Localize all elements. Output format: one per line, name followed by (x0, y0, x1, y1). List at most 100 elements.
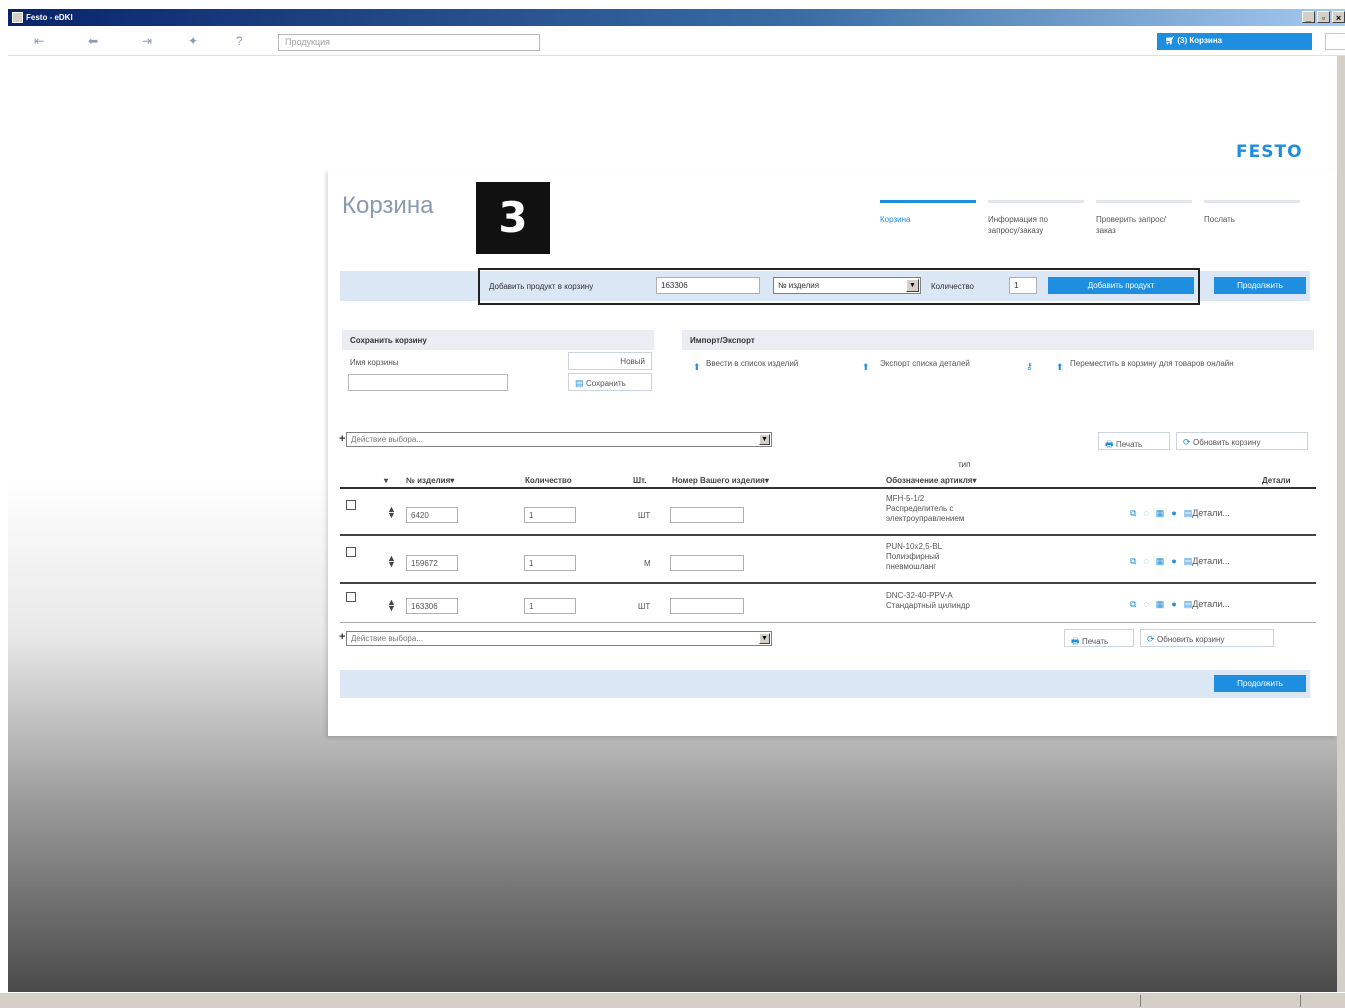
new-cart-button[interactable]: Новый (568, 352, 652, 370)
print-button[interactable]: 🖶︎ Печать (1098, 432, 1170, 450)
your-part-no-input[interactable] (670, 507, 744, 523)
your-part-no-input[interactable] (670, 598, 744, 614)
window-titlebar: Festo - eDKI _ ▫ × (8, 9, 1345, 26)
details-link[interactable]: ▤Детали... (1184, 508, 1237, 518)
unit-text: ШТ (638, 511, 651, 520)
product-search-input[interactable]: Продукция (278, 34, 540, 51)
row-checkbox[interactable] (346, 500, 356, 510)
step-tab-check-order[interactable]: Проверить запрос/ заказ (1096, 200, 1192, 236)
quantity-input[interactable]: 1 (524, 555, 576, 571)
part-no-input[interactable]: 163306 (406, 598, 458, 614)
minimize-button[interactable]: _ (1302, 11, 1315, 23)
add-product-input[interactable]: 163306 (656, 277, 760, 294)
help-icon[interactable]: ? (236, 34, 243, 48)
bottom-action-select[interactable]: Действие выбора... ▼ (346, 631, 772, 646)
column-header-quantity: Количество (525, 476, 572, 485)
row-actions: ⧉ ◌ ▦ ● ▤Детали... (1130, 508, 1244, 519)
step-tab-cart[interactable]: Корзина (880, 200, 980, 225)
forward-arrow-icon[interactable]: ⇥ (142, 34, 152, 48)
expand-icon[interactable]: + (339, 433, 345, 445)
refresh-icon: ⟳ (1147, 634, 1158, 644)
details-link[interactable]: ▤Детали... (1184, 599, 1237, 609)
vertical-scrollbar[interactable] (1337, 56, 1345, 992)
product-type-select[interactable]: № изделия ▼ (773, 277, 921, 294)
maximize-button[interactable]: ▫ (1317, 11, 1330, 23)
column-header-part-no[interactable]: № изделия▾ (406, 476, 454, 485)
save-icon: ▤ (575, 378, 587, 388)
row-actions: ⧉ ◌ ▦ ● ▤Детали... (1130, 599, 1244, 610)
reorder-arrows-icon[interactable]: ▲ ▼ (387, 598, 396, 613)
column-header-type: тип (958, 460, 971, 469)
row-checkbox[interactable] (346, 547, 356, 557)
chevron-down-icon[interactable]: ▼ (906, 279, 919, 292)
window-title: Festo - eDKI (26, 13, 73, 22)
chevron-down-icon[interactable]: ▼ (759, 434, 770, 445)
back-arrow-icon[interactable]: ⬅ (88, 34, 98, 48)
part-no-input[interactable]: 6420 (406, 507, 458, 523)
info-icon[interactable]: ● (1171, 556, 1176, 566)
first-page-icon[interactable]: ⇤ (34, 34, 44, 48)
import-export-header: Импорт/Экспорт (682, 330, 1314, 350)
cart-button-label: (3) Корзина (1177, 36, 1223, 45)
column-header-details: Детали (1262, 476, 1291, 485)
move-icon: ⬆ (1056, 362, 1064, 372)
chevron-down-icon[interactable]: ▼ (759, 633, 770, 644)
top-action-select[interactable]: Действие выбора... ▼ (346, 432, 772, 447)
quantity-input[interactable]: 1 (524, 598, 576, 614)
cart-icon[interactable]: ▦ (1156, 556, 1165, 566)
column-header-unit: Шт. (633, 476, 647, 485)
refresh-cart-button[interactable]: ⟳ Обновить корзину (1140, 629, 1274, 647)
cart-name-input[interactable] (348, 374, 508, 391)
details-link[interactable]: ▤Детали... (1184, 556, 1237, 566)
export-list-link[interactable]: Экспорт списка деталей (880, 359, 980, 369)
designation-text: MFH-5-1/2 Распределитель с электроуправлен… (886, 494, 965, 523)
refresh-cart-button[interactable]: ⟳ Обновить корзину (1176, 432, 1308, 450)
toolbar-corner-field[interactable] (1325, 33, 1345, 50)
sort-icon[interactable]: ▾ (384, 476, 388, 485)
reorder-arrows-icon[interactable]: ▲ ▼ (387, 505, 396, 520)
move-to-online-cart-link[interactable]: Переместить в корзину для товаров онлайн (1070, 359, 1290, 369)
cart-icon[interactable]: ▦ (1156, 599, 1165, 609)
step-tab-order-info[interactable]: Информация по запросу/заказу (988, 200, 1084, 236)
app-icon (12, 12, 23, 23)
cart-button[interactable]: 🛒︎ (3) Корзина (1157, 33, 1312, 50)
status-bar (0, 992, 1345, 1008)
save-cart-button[interactable]: ▤ Сохранить (568, 373, 652, 391)
refresh-icon: ⟳ (1183, 437, 1194, 447)
info-icon[interactable]: ● (1171, 599, 1176, 609)
unit-text: ШТ (638, 602, 651, 611)
column-header-your-part-no[interactable]: Номер Вашего изделия▾ (672, 476, 769, 485)
column-header-designation[interactable]: Обозначение артикля▾ (886, 476, 976, 485)
row-actions: ⧉ ◌ ▦ ● ▤Детали... (1130, 556, 1244, 567)
copy-icon[interactable]: ⧉ (1130, 508, 1136, 518)
row-checkbox[interactable] (346, 592, 356, 602)
star-icon[interactable]: ✦ (188, 34, 198, 48)
your-part-no-input[interactable] (670, 555, 744, 571)
comment-icon[interactable]: ◌ (1143, 599, 1148, 609)
continue-button[interactable]: Продолжить (1214, 277, 1306, 294)
continue-button-bottom[interactable]: Продолжить (1214, 675, 1306, 692)
info-icon[interactable]: ● (1171, 508, 1176, 518)
quantity-input[interactable]: 1 (1009, 277, 1037, 294)
import-icon: ⬆ (693, 362, 701, 372)
cart-icon[interactable]: ▦ (1156, 508, 1165, 518)
part-no-input[interactable]: 159672 (406, 555, 458, 571)
copy-icon[interactable]: ⧉ (1130, 599, 1136, 609)
cart-icon: 🛒︎ (1165, 36, 1178, 45)
step-tab-send[interactable]: Послать (1204, 200, 1304, 225)
reorder-arrows-icon[interactable]: ▲ ▼ (387, 554, 396, 569)
comment-icon[interactable]: ◌ (1143, 556, 1148, 566)
step-badge: 3 (476, 182, 550, 254)
expand-icon[interactable]: + (339, 631, 345, 643)
comment-icon[interactable]: ◌ (1143, 508, 1148, 518)
print-button[interactable]: 🖶︎ Печать (1064, 629, 1134, 647)
app-toolbar: ⇤ ⬅ ⇥ ✦ ? Продукция 🛒︎ (3) Корзина (8, 26, 1345, 56)
add-product-button[interactable]: Добавить продукт (1048, 277, 1194, 294)
copy-icon[interactable]: ⧉ (1130, 556, 1136, 566)
cart-panel: Корзина 3 Корзина Информация по запросу/… (328, 170, 1337, 736)
close-button[interactable]: × (1332, 11, 1345, 23)
import-list-link[interactable]: Ввести в список изделий (706, 359, 806, 369)
unit-text: M (644, 559, 651, 568)
quantity-input[interactable]: 1 (524, 507, 576, 523)
printer-icon: 🖶︎ (1071, 636, 1082, 646)
